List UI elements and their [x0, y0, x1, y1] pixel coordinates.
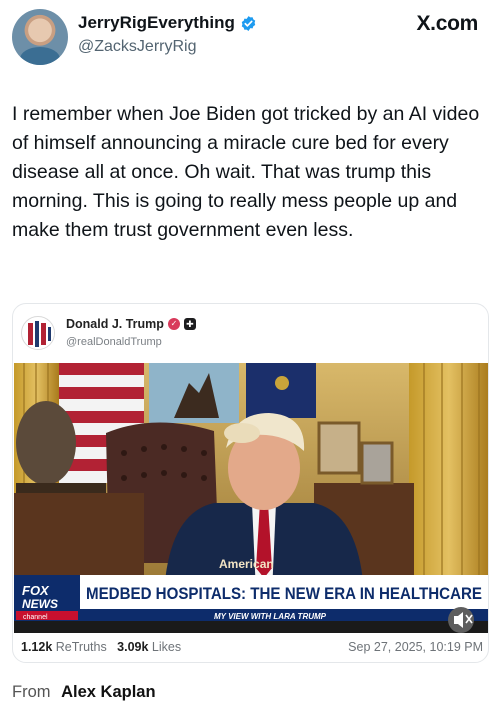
embedded-post-timestamp: Sep 27, 2025, 10:19 PM	[348, 640, 483, 654]
square-badge-icon: ✚	[183, 318, 196, 330]
verified-badge-icon	[241, 15, 256, 31]
author-name-row: JerryRigEverything	[78, 13, 257, 33]
embedded-author-handle: @realDonaldTrump	[66, 336, 162, 348]
author-avatar[interactable]	[12, 9, 68, 65]
retruths-count: 1.12k	[21, 640, 53, 654]
engagement-counts: 1.12k ReTruths 3.09k Likes	[21, 640, 181, 654]
embedded-author-avatar[interactable]	[21, 316, 55, 350]
attribution-name[interactable]: Alex Kaplan	[61, 683, 155, 701]
fox-logo-sub: channel	[23, 614, 48, 621]
likes-count: 3.09k	[117, 640, 149, 654]
fox-logo-bottom: NEWS	[22, 597, 58, 611]
embedded-post-meta: 1.12k ReTruths 3.09k Likes Sep 27, 2025,…	[21, 640, 483, 656]
watermark-text: American	[219, 557, 274, 571]
site-label: X.com	[416, 12, 478, 35]
fox-logo-top: FOX	[22, 583, 50, 598]
embedded-name-row: Donald J. Trump ✓ ✚	[66, 317, 196, 331]
attribution: From Alex Kaplan	[12, 683, 156, 702]
verified-red-icon: ✓	[167, 318, 180, 330]
author-display-name[interactable]: JerryRigEverything	[78, 13, 235, 33]
likes-label: Likes	[151, 640, 182, 654]
tweet-text: I remember when Joe Biden got tricked by…	[12, 103, 480, 241]
embedded-author-name[interactable]: Donald J. Trump	[66, 317, 164, 331]
author-handle[interactable]: @ZacksJerryRig	[78, 38, 196, 56]
retruths-label: ReTruths	[55, 640, 107, 654]
embedded-post-card[interactable]: Donald J. Trump ✓ ✚ @realDonaldTrump Ame…	[12, 303, 489, 663]
chyron-subheadline: MY VIEW WITH LARA TRUMP	[214, 612, 327, 621]
tweet-header: JerryRigEverything @ZacksJerryRig X.com	[0, 0, 500, 80]
chyron-headline: MEDBED HOSPITALS: THE NEW ERA IN HEALTHC…	[86, 584, 482, 603]
attribution-prefix: From	[12, 683, 51, 701]
embedded-video[interactable]: American FOX NEWS channel MEDBED HOSPITA…	[14, 363, 488, 633]
video-frame: American FOX NEWS channel MEDBED HOSPITA…	[14, 363, 488, 633]
presidential-seal-icon	[23, 318, 54, 349]
